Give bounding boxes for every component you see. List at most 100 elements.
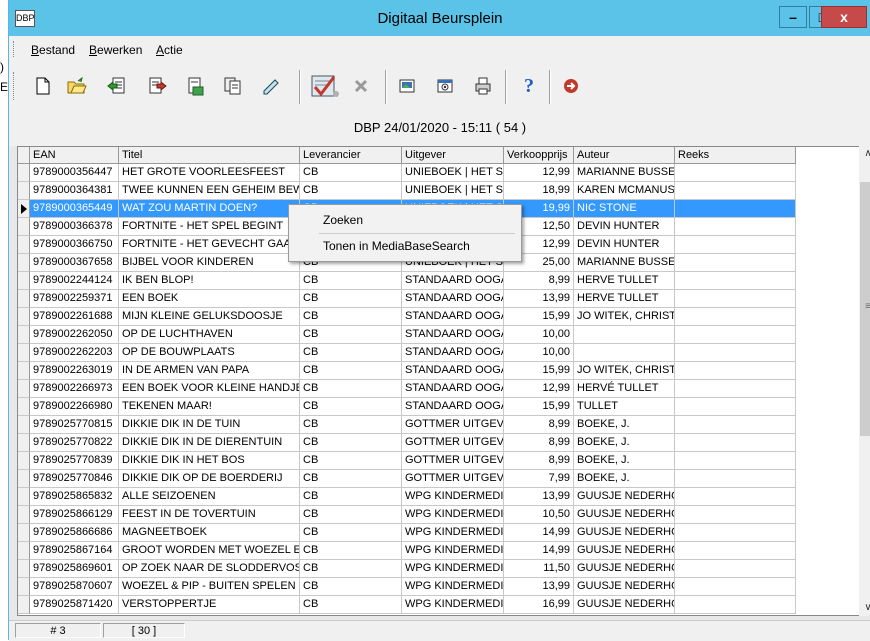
table-cell[interactable]: CB — [300, 560, 402, 578]
table-cell[interactable]: DIKKIE DIK IN DE TUIN — [119, 416, 300, 434]
table-cell[interactable]: STANDAARD OOGAPPEL — [402, 362, 504, 380]
table-cell[interactable]: 8,99 — [504, 452, 574, 470]
table-cell[interactable]: CB — [300, 416, 402, 434]
table-cell[interactable]: 16,99 — [504, 596, 574, 614]
row-selector[interactable] — [18, 272, 30, 290]
table-cell[interactable]: STANDAARD OOGAPPEL — [402, 272, 504, 290]
minimize-button[interactable]: – — [779, 6, 807, 28]
table-cell[interactable]: BOEKE, J. — [574, 434, 675, 452]
header-corner[interactable] — [18, 147, 30, 164]
column-header-reeks[interactable]: Reeks — [675, 147, 796, 164]
table-cell[interactable]: 9789002261688 — [30, 308, 119, 326]
table-cell[interactable]: 10,50 — [504, 506, 574, 524]
row-selector[interactable] — [18, 578, 30, 596]
table-cell[interactable]: 9789025871420 — [30, 596, 119, 614]
table-cell[interactable]: DEVIN HUNTER — [574, 236, 675, 254]
table-cell[interactable]: 9789025770822 — [30, 434, 119, 452]
table-cell[interactable]: 7,99 — [504, 470, 574, 488]
table-cell[interactable]: 11,50 — [504, 560, 574, 578]
table-row[interactable]: 9789025869601 OP ZOEK NAAR DE SLODDERVOS!… — [18, 560, 796, 578]
menu-actie[interactable]: Actie — [156, 43, 183, 57]
table-cell[interactable]: 15,99 — [504, 398, 574, 416]
table-cell[interactable]: STANDAARD OOGAPPEL — [402, 398, 504, 416]
table-cell[interactable]: STANDAARD OOGAPPEL — [402, 290, 504, 308]
table-cell[interactable]: GOTTMER UITGEVERS — [402, 416, 504, 434]
table-cell[interactable]: STANDAARD OOGAPPEL — [402, 308, 504, 326]
export-icon[interactable] — [145, 74, 169, 98]
table-cell[interactable]: IK BEN BLOP! — [119, 272, 300, 290]
table-row[interactable]: 9789025770839 DIKKIE DIK IN HET BOS CB GOTT… — [18, 452, 796, 470]
table-cell[interactable]: DIKKIE DIK OP DE BOERDERIJ — [119, 470, 300, 488]
table-cell[interactable]: DIKKIE DIK IN HET BOS — [119, 452, 300, 470]
table-cell[interactable]: 14,99 — [504, 542, 574, 560]
table-cell[interactable]: GOTTMER UITGEVERS — [402, 452, 504, 470]
table-row[interactable]: 9789025866129 FEEST IN DE TOVERTUIN CB WPG … — [18, 506, 796, 524]
row-selector[interactable] — [18, 398, 30, 416]
table-cell[interactable]: GUUSJE NEDERHORST — [574, 596, 675, 614]
table-cell[interactable] — [675, 236, 796, 254]
table-cell[interactable]: 9789002262050 — [30, 326, 119, 344]
table-cell[interactable]: GUUSJE NEDERHORST — [574, 506, 675, 524]
table-cell[interactable]: FORTNITE - HET SPEL BEGINT — [119, 218, 300, 236]
table-cell[interactable]: GUUSJE NEDERHORST — [574, 524, 675, 542]
table-cell[interactable]: GOTTMER UITGEVERS — [402, 434, 504, 452]
table-cell[interactable] — [574, 326, 675, 344]
table-cell[interactable]: 9789025865832 — [30, 488, 119, 506]
checklist-icon[interactable] — [309, 74, 341, 98]
column-header-uitgever[interactable]: Uitgever — [402, 147, 504, 164]
table-row[interactable]: 9789025867164GROOT WORDEN MET WOEZEL EN … — [18, 542, 796, 560]
context-menu-mediabasesearch[interactable]: Tonen in MediaBaseSearch — [289, 235, 519, 257]
table-row[interactable]: 9789025871420 VERSTOPPERTJE CB WPG KINDERME… — [18, 596, 796, 614]
column-header-auteur[interactable]: Auteur — [574, 147, 675, 164]
row-selector[interactable] — [18, 542, 30, 560]
table-cell[interactable] — [675, 506, 796, 524]
table-cell[interactable] — [675, 308, 796, 326]
table-cell[interactable]: 9789000364381 — [30, 182, 119, 200]
table-row[interactable]: 9789025866686 MAGNEETBOEK CB WPG KINDERMEDI… — [18, 524, 796, 542]
table-cell[interactable]: 9789000367658 — [30, 254, 119, 272]
table-cell[interactable]: 9789002244124 — [30, 272, 119, 290]
table-cell[interactable]: MARIANNE BUSSER — [574, 164, 675, 182]
table-cell[interactable]: VERSTOPPERTJE — [119, 596, 300, 614]
row-selector[interactable] — [18, 434, 30, 452]
table-cell[interactable]: 9789002259371 — [30, 290, 119, 308]
table-cell[interactable] — [675, 524, 796, 542]
table-cell[interactable]: 10,00 — [504, 344, 574, 362]
row-selector[interactable] — [18, 470, 30, 488]
table-cell[interactable]: CB — [300, 380, 402, 398]
copy-icon[interactable] — [221, 74, 245, 98]
table-cell[interactable]: 10,00 — [504, 326, 574, 344]
table-cell[interactable]: 9789002266980 — [30, 398, 119, 416]
table-cell[interactable]: ALLE SEIZOENEN — [119, 488, 300, 506]
table-cell[interactable]: JO WITEK, CHRISTINE ROUSSEY — [574, 362, 675, 380]
table-cell[interactable]: CB — [300, 488, 402, 506]
help-icon[interactable]: ? — [517, 74, 541, 98]
table-cell[interactable]: 9789025866129 — [30, 506, 119, 524]
table-cell[interactable]: WPG KINDERMEDIA — [402, 560, 504, 578]
table-cell[interactable]: CB — [300, 272, 402, 290]
table-row[interactable]: 9789002262203 OP DE BOUWPLAATS CB STANDAARD… — [18, 344, 796, 362]
table-cell[interactable]: 13,99 — [504, 290, 574, 308]
row-selector[interactable] — [18, 560, 30, 578]
table-cell[interactable]: 9789025770815 — [30, 416, 119, 434]
table-cell[interactable]: STANDAARD OOGAPPEL — [402, 344, 504, 362]
table-cell[interactable]: DIKKIE DIK IN DE DIERENTUIN — [119, 434, 300, 452]
table-cell[interactable]: JO WITEK, CHRISTINE ROUSSEY — [574, 308, 675, 326]
table-cell[interactable] — [675, 272, 796, 290]
table-cell[interactable] — [675, 452, 796, 470]
row-selector[interactable] — [18, 488, 30, 506]
table-row[interactable]: 9789025770822 DIKKIE DIK IN DE DIERENTUIN… — [18, 434, 796, 452]
table-cell[interactable]: MARIANNE BUSSER — [574, 254, 675, 272]
table-cell[interactable]: 9789002263019 — [30, 362, 119, 380]
table-cell[interactable] — [675, 542, 796, 560]
table-cell[interactable]: TULLET — [574, 398, 675, 416]
image-icon[interactable] — [395, 74, 419, 98]
table-cell[interactable] — [675, 488, 796, 506]
table-row[interactable]: 9789002266980 TEKENEN MAAR! CB STANDAARD OO… — [18, 398, 796, 416]
table-row[interactable]: 9789025870607 WOEZEL & PIP - BUITEN SPELE… — [18, 578, 796, 596]
table-cell[interactable]: 9789002262203 — [30, 344, 119, 362]
table-cell[interactable] — [675, 290, 796, 308]
table-cell[interactable]: 9789025866686 — [30, 524, 119, 542]
vertical-scrollbar[interactable]: ∧ ≡ ∨ — [859, 146, 870, 616]
table-cell[interactable]: FEEST IN DE TOVERTUIN — [119, 506, 300, 524]
